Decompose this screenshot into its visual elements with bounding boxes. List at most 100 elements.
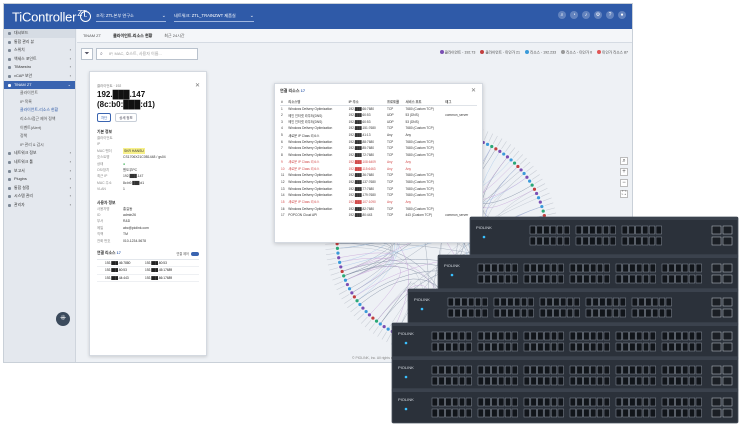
sidebar-item[interactable]: 관리자 › (4, 201, 75, 210)
zoom-out-icon[interactable]: − (620, 179, 628, 187)
sidebar-item[interactable]: TiNAM ZT ⌄ (4, 80, 75, 90)
legend-item[interactable]: 클라이언트 - 미인가 21 (480, 50, 520, 56)
sidebar-item[interactable]: 네트워크 정보 › (4, 149, 75, 158)
sidebar-item[interactable]: 통합 설정 › (4, 184, 75, 193)
table-row[interactable]: 8 Windows Delivery Optimization 192.███.72… (280, 152, 477, 159)
graph-node[interactable] (352, 295, 356, 299)
graph-node[interactable] (512, 161, 517, 165)
legend-item[interactable]: 리소스 - 192.233 (525, 50, 556, 56)
graph-node[interactable] (516, 164, 520, 169)
sidebar-item[interactable]: 클라이언트 (4, 89, 75, 98)
graph-node[interactable] (494, 147, 498, 151)
table-row[interactable]: 2 메인 인터넷 라우터(DNS) 192.███.60:53 UDP 53 (DNS)… (280, 112, 477, 119)
sidebar-item[interactable]: 스위치 › (4, 46, 75, 55)
graph-node[interactable] (530, 183, 534, 187)
sidebar-item[interactable]: 통합 관리 뷰 (4, 38, 75, 47)
graph-node[interactable] (338, 260, 342, 264)
apps-fab-button[interactable]: ⁜ (56, 312, 70, 326)
graph-node[interactable] (519, 168, 523, 172)
graph-node[interactable] (355, 299, 359, 303)
table-row[interactable]: 1 Windows Delivery Optimization 192.███.66… (280, 105, 477, 112)
close-icon[interactable]: ✕ (195, 82, 200, 89)
tab[interactable]: TiNAM ZT (83, 33, 101, 38)
sidebar-item[interactable]: 정책 (4, 132, 75, 141)
graph-node[interactable] (343, 278, 348, 282)
details-button[interactable]: 상세 정보 (115, 113, 137, 122)
resource-row[interactable]: 192.███.44:443 192.███.66:17689 (97, 275, 199, 282)
tab[interactable]: 최근 24시간 (164, 33, 184, 39)
sidebar-item[interactable]: TiMaestro › (4, 63, 75, 72)
graph-node[interactable] (342, 274, 346, 278)
app-logo[interactable]: TiControllerZT (12, 9, 87, 24)
block-button[interactable]: 차단 (97, 113, 112, 122)
sidebar-item[interactable]: 보고서 › (4, 167, 75, 176)
toggle-switch[interactable] (191, 251, 199, 256)
table-row[interactable]: 10 새로운 IP Class 리소스 192.███.115:6463 Any Any (280, 165, 477, 172)
table-row[interactable]: 11 Windows Delivery Optimization 192.███.3… (280, 172, 477, 179)
table-row[interactable]: 15 새로운 IP Class 리소스 192.███.107:1090 Any Any (280, 199, 477, 206)
graph-node[interactable] (364, 309, 368, 314)
table-row[interactable]: 12 Windows Delivery Optimization 192.███.1… (280, 179, 477, 186)
help-icon[interactable]: ? (606, 11, 614, 19)
search-input[interactable]: ⌕ IP, MAC, 호스트, 사용자 이름... (96, 48, 198, 60)
graph-node[interactable] (538, 200, 542, 204)
graph-node[interactable] (345, 282, 349, 287)
sidebar-item[interactable]: 리소스/접근 제어 정책 (4, 115, 75, 124)
graph-node[interactable] (367, 313, 372, 317)
fullscreen-icon[interactable]: ⛶ (620, 190, 628, 198)
graph-node[interactable] (525, 175, 529, 179)
sidebar-item[interactable]: IP 관리 & 감시 (4, 141, 75, 150)
table-row[interactable]: 4 Windows Delivery Optimization 192.███.15… (280, 125, 477, 132)
graph-node[interactable] (505, 155, 510, 159)
sidebar-item[interactable]: 네트워크 툴 › (4, 158, 75, 167)
table-row[interactable]: 9 새로운 IP Class 리소스 192.███.108:6409 Any Any (280, 159, 477, 166)
graph-node[interactable] (361, 306, 365, 310)
sidebar-item[interactable]: Plugins › (4, 175, 75, 184)
graph-node[interactable] (340, 269, 344, 274)
table-row[interactable]: 5 새로운 IP Class 리소스 192.███.41:13 Any Any (280, 132, 477, 139)
graph-node[interactable] (536, 196, 541, 200)
zoom-in-icon[interactable]: + (620, 168, 628, 176)
clock-icon[interactable]: ◔ (570, 11, 578, 19)
graph-node[interactable] (337, 256, 341, 260)
graph-node[interactable] (528, 179, 532, 183)
zoom-search-icon[interactable]: ⌕ (620, 157, 628, 165)
sidebar-item[interactable]: 클라이언트-리소스 현황 (4, 106, 75, 115)
graph-node[interactable] (485, 142, 490, 146)
graph-node[interactable] (509, 158, 513, 162)
table-row[interactable]: 6 Windows Delivery Optimization 192.███.88… (280, 138, 477, 145)
network-selector[interactable]: 네트워크: ZTL_TRAINZWT 제품실 ⌄ (174, 11, 254, 22)
user-icon[interactable]: ● (618, 11, 626, 19)
graph-node[interactable] (358, 302, 362, 307)
table-row[interactable]: 3 메인 인터넷 라우터(DNS) 192.███.60:53 UDP 53 (DNS) (280, 118, 477, 125)
graph-node[interactable] (336, 251, 340, 255)
table-row[interactable]: 7 Windows Delivery Optimization 192.███.85… (280, 145, 477, 152)
search-icon[interactable]: ⌕ (558, 11, 566, 19)
close-icon[interactable]: ✕ (471, 87, 476, 94)
graph-node[interactable] (347, 287, 352, 291)
sidebar-item[interactable]: IP 목록 (4, 98, 75, 107)
resource-row[interactable]: 192.███.46:7880 192.███.60:53 (97, 260, 199, 268)
graph-node[interactable] (535, 191, 539, 196)
resource-row[interactable]: 192.███.60:53 192.███.45:17689 (97, 267, 199, 275)
legend-item[interactable]: 리소스 - 미인가 0 (561, 50, 592, 56)
graph-node[interactable] (350, 291, 354, 295)
site-selector[interactable]: 조직: ZTL본부 연구소 ⌄ (96, 11, 166, 22)
table-row[interactable]: 13 Windows Delivery Optimization 192.███.7… (280, 185, 477, 192)
org-badge[interactable]: L (80, 11, 91, 22)
tab[interactable]: 클라이언트-리소스 현황 (113, 33, 152, 39)
legend-item[interactable]: 클라이언트 - 192.73 (439, 50, 475, 56)
filter-icon[interactable]: ⏷ (81, 48, 93, 60)
sidebar-item[interactable]: 이벤트(Alert) (4, 124, 75, 133)
sidebar-item[interactable]: 시스템 관리 › (4, 192, 75, 201)
graph-node[interactable] (498, 149, 502, 153)
graph-node[interactable] (490, 144, 494, 149)
graph-node[interactable] (371, 316, 375, 320)
graph-node[interactable] (339, 265, 343, 269)
table-row[interactable]: 16 Windows Delivery Optimization 192.███.8… (280, 205, 477, 212)
graph-node[interactable] (335, 246, 340, 251)
graph-node[interactable] (541, 209, 545, 213)
graph-node[interactable] (522, 171, 526, 176)
table-row[interactable]: 14 Windows Delivery Optimization 192.███.1… (280, 192, 477, 199)
legend-item[interactable]: 미인가 리소스 87 (597, 50, 628, 56)
